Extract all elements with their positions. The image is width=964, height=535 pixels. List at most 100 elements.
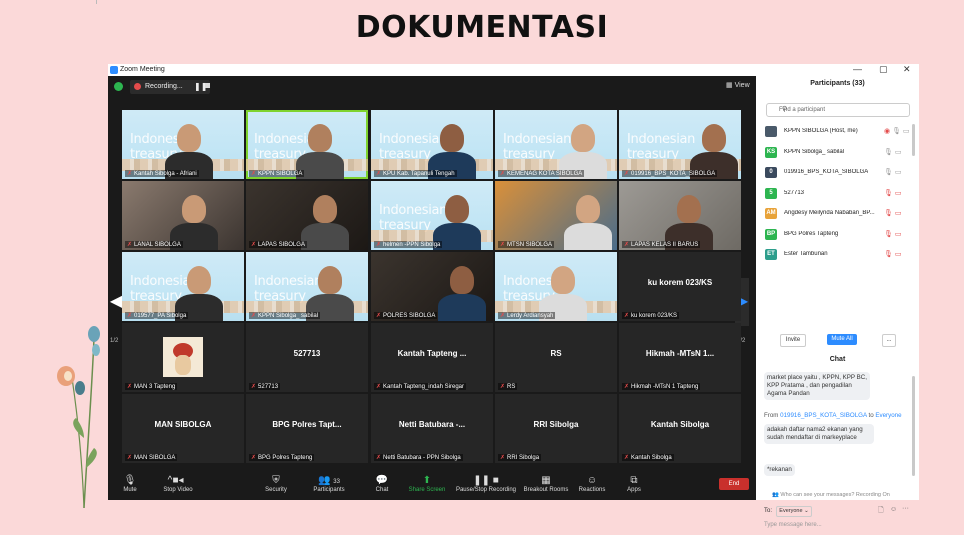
video-tile[interactable]: Indonesian treasury ✗ 019916_BPS_KOTA_SIBO… (619, 110, 741, 179)
participant-name: RRI Sibolga (507, 455, 540, 461)
participant-status-icons: 🎙 ▭ (884, 148, 901, 156)
view-button[interactable]: ▦ View (726, 81, 750, 89)
mic-muted-icon: ✗ (127, 384, 133, 390)
security-button[interactable]: ⛨ Security (246, 474, 306, 493)
microphone-icon[interactable]: 🎙 (892, 128, 901, 135)
video-off-icon: ▭ (894, 251, 902, 258)
video-tile[interactable]: Indonesian treasury ✗ 019577_PA Sibolga (122, 252, 244, 321)
end-meeting-button[interactable]: End (719, 478, 749, 490)
recipient-select[interactable]: Everyone ⌄ (776, 506, 812, 517)
mic-muted-icon: ✗ (376, 313, 382, 319)
participant-row[interactable]: BP BPG Polres Tapteng 🎙 ▭ (764, 225, 914, 246)
microphone-icon[interactable]: 🎙 (884, 169, 893, 176)
video-tile[interactable]: Kantah Sibolga ✗ Kantah Sibolga (619, 394, 741, 463)
participant-avatar (765, 126, 777, 137)
participant-name: Kantah Tapteng_indah Siregar (383, 384, 464, 390)
invite-button[interactable]: Invite (780, 334, 806, 347)
encryption-shield-icon[interactable] (114, 82, 123, 91)
video-tile[interactable]: MAN SIBOLGA ✗ MAN SIBOLGA (122, 394, 244, 463)
video-tile[interactable]: ✗ MTSN SIBOLGA (495, 181, 617, 250)
mute-all-button[interactable]: Mute All (827, 334, 857, 345)
participant-row[interactable]: ET Ester Tambunan 🎙 ▭ (764, 245, 914, 266)
prev-page-arrow[interactable]: ◀ (109, 278, 123, 326)
video-tile[interactable]: ✗ MAN 3 Tapteng (122, 323, 244, 392)
video-tile[interactable]: Indonesian treasury ✗ Lerdy Ardiansyah (495, 252, 617, 321)
stop-video-label: Stop Video (163, 487, 193, 493)
slide-title: DOKUMENTASI (355, 10, 609, 45)
people-icon: 👥 (772, 492, 779, 498)
participant-status-icons: 🎙 ▭ (884, 168, 901, 176)
chat-compose-input[interactable]: Type message here... (764, 522, 822, 528)
participant-row-name: 527713 (784, 189, 805, 196)
grid-icon: ▦ (726, 82, 733, 89)
maximize-button[interactable]: ▢ (879, 64, 888, 75)
participant-name-label: ✗ KPPN SIBOLGA (249, 170, 305, 177)
mic-muted-icon[interactable]: 🎙 (884, 210, 893, 217)
chat-message: market place yaitu , KPPN, KPP BC, KPP P… (764, 372, 870, 400)
mic-muted-icon: ✗ (624, 384, 630, 390)
close-button[interactable]: ✕ (903, 64, 911, 75)
chat-scrollbar[interactable] (912, 376, 915, 476)
microphone-icon[interactable]: 🎙 (884, 149, 893, 156)
participant-name: 019916_BPS_KOTA_SIBOLGA (631, 171, 716, 177)
video-tile[interactable]: Indonesian treasury ✗ helmen -PPN Sibolga (371, 181, 493, 250)
video-off-icon: ▭ (894, 210, 902, 217)
video-tile[interactable]: Indonesian treasury ✗ KEMENAG KOTA SIBOLGA (495, 110, 617, 179)
meeting-toolbar: 🎙 Mute ^ ■◂ Stop Video ⛨ Security 👥 33 Parti… (108, 470, 756, 500)
video-tile[interactable]: ✗ POLRES SIBOLGA (371, 252, 493, 321)
mic-muted-icon[interactable]: 🎙 (884, 190, 893, 197)
participant-row[interactable]: 0 019916_BPS_KOTA_SIBOLGA 🎙 ▭ (764, 163, 914, 184)
stop-video-button[interactable]: ■◂ Stop Video (148, 474, 208, 493)
apps-button[interactable]: ⧉ Apps (604, 474, 664, 493)
pause-stop-recording-button[interactable]: ❚❚ ■ Pause/Stop Recording (453, 474, 519, 493)
mic-muted-icon: ✗ (251, 313, 257, 319)
video-tile[interactable]: Netti Batubara -... ✗ Netti Batubara - PPN… (371, 394, 493, 463)
participant-row[interactable]: KPPN SIBOLGA (Host, me) ◉ 🎙 ▭ (764, 122, 914, 143)
mic-muted-icon[interactable]: 🎙 (884, 231, 893, 238)
video-tile[interactable]: BPG Polres Tapt... ✗ BPG Polres Tapteng (246, 394, 368, 463)
file-icon[interactable]: 🗋 (878, 506, 884, 517)
more-chat-icon[interactable]: ··· (902, 505, 909, 512)
video-tile[interactable]: Indonesian treasury ✗ KPPN Sibolga_ sabila… (246, 252, 368, 321)
sender-name[interactable]: 019916_BPS_KOTA_SIBOLGA (780, 412, 867, 419)
participant-scrollbar[interactable] (912, 124, 915, 156)
participant-status-icons: 🎙 ▭ (884, 189, 901, 197)
participant-name-label: ✗ LANAL SIBOLGA (125, 241, 183, 248)
participant-search-input[interactable]: ⚲ Find a participant (766, 103, 910, 117)
participant-name: ku korem 023/KS (631, 313, 678, 319)
participant-row[interactable]: 5 527713 🎙 ▭ (764, 184, 914, 205)
participant-name: KPU Kab. Tapanuli Tengah (383, 171, 455, 177)
stop-recording-icon[interactable] (205, 83, 210, 88)
video-camera-icon: ■◂ (172, 475, 184, 486)
video-tile[interactable]: Kantah Tapteng ... ✗ Kantah Tapteng_indah … (371, 323, 493, 392)
video-tile[interactable]: Indonesian treasury ✗ Kantah Sibolga - Afr… (122, 110, 244, 179)
minimize-button[interactable]: — (853, 64, 862, 74)
participant-avatar: AM (765, 208, 777, 219)
who-can-see-link[interactable]: 👥 Who can see your messages? Recording O… (772, 492, 890, 498)
video-tile[interactable]: Indonesian treasury ✗ KPPN SIBOLGA (246, 110, 368, 179)
video-tile[interactable]: ✗ LANAL SIBOLGA (122, 181, 244, 250)
participant-row[interactable]: AM Angdesy Meilynda Nababan_BP... 🎙 ▭ (764, 204, 914, 225)
video-tile[interactable]: Indonesian treasury ✗ KPU Kab. Tapanuli Te… (371, 110, 493, 179)
mic-muted-icon: ✗ (251, 384, 257, 390)
share-screen-button[interactable]: ⬆ Share Screen (397, 474, 457, 493)
video-off-icon: ▭ (894, 230, 902, 238)
participant-row-name: KPPN SIBOLGA (Host, me) (784, 128, 858, 134)
video-tile[interactable]: Hikmah -MTsN 1... ✗ Hikmah -MTsN 1 Tapteng (619, 323, 741, 392)
apps-label: Apps (627, 487, 641, 493)
mic-muted-icon[interactable]: 🎙 (884, 251, 893, 258)
participant-name: KPPN SIBOLGA (258, 171, 303, 177)
video-tile[interactable]: RS ✗ RS (495, 323, 617, 392)
emoji-icon[interactable]: ☺ (890, 506, 897, 513)
participant-avatar: 5 (765, 187, 777, 199)
video-tile[interactable]: RRI Sibolga ✗ RRI Sibolga (495, 394, 617, 463)
participant-row[interactable]: KS KPPN Sibolga_ sabilal 🎙 ▭ (764, 143, 914, 164)
more-options-button[interactable]: ... (882, 334, 896, 347)
video-tile[interactable]: ✗ LAPAS KELAS II BARUS (619, 181, 741, 250)
video-tile[interactable]: 527713 ✗ 527713 (246, 323, 368, 392)
participant-name-label: ✗ KPU Kab. Tapanuli Tengah (374, 170, 457, 177)
participants-button[interactable]: 👥 33 Participants (299, 474, 359, 493)
apps-icon: ⧉ (630, 475, 638, 486)
video-tile[interactable]: ku korem 023/KS ✗ ku korem 023/KS (619, 252, 741, 321)
video-tile[interactable]: ✗ LAPAS SIBOLGA (246, 181, 368, 250)
